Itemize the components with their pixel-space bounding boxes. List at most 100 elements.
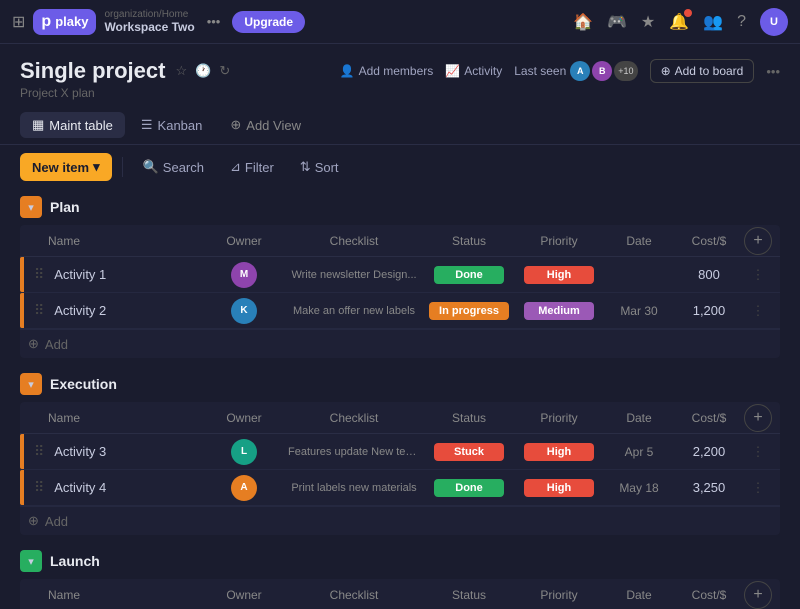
nav-more-icon[interactable]: •••: [203, 10, 225, 33]
row-more-icon[interactable]: ⋮: [744, 267, 772, 283]
row-left-bar: [20, 257, 24, 292]
row-priority[interactable]: Medium: [514, 302, 604, 320]
search-button[interactable]: 🔍 Search: [133, 154, 214, 180]
row-more-icon[interactable]: ⋮: [744, 303, 772, 319]
activity-btn[interactable]: 📈 Activity: [445, 64, 502, 78]
star-icon[interactable]: ★: [641, 12, 655, 32]
row-status[interactable]: Stuck: [424, 443, 514, 461]
group-launch-chevron[interactable]: ▾: [20, 550, 42, 572]
refresh-icon[interactable]: ↻: [219, 63, 230, 79]
col-add-button[interactable]: +: [744, 404, 772, 432]
add-to-board-button[interactable]: ⊕ Add to board: [650, 59, 755, 83]
nav-left: ⊞ p plaky organization/Home Workspace Tw…: [12, 9, 565, 35]
group-launch-header[interactable]: ▾ Launch: [20, 543, 780, 579]
row-more-icon[interactable]: ⋮: [744, 480, 772, 496]
col-add-button[interactable]: +: [744, 581, 772, 609]
row-activity-name: Activity 1: [50, 267, 204, 282]
nav-right: 🏠 🎮 ★ 🔔 👥 ? U: [573, 8, 788, 36]
col-header-name: Name: [28, 234, 204, 248]
new-item-button[interactable]: New item ▾: [20, 153, 112, 181]
row-activity-name: Activity 2: [50, 303, 204, 318]
group-launch-name: Launch: [50, 553, 780, 569]
avatar: L: [231, 439, 257, 465]
logo-badge[interactable]: p plaky: [33, 9, 96, 35]
row-activity-name: Activity 3: [50, 444, 204, 459]
star-fav-icon[interactable]: ☆: [175, 63, 187, 79]
priority-badge: High: [524, 266, 594, 284]
col-header-priority: Priority: [514, 234, 604, 248]
table-row[interactable]: ⠿ Activity 2 K Make an offer new labels …: [20, 293, 780, 329]
group-plan-chevron[interactable]: ▾: [20, 196, 42, 218]
table-container: ▾ Plan Name Owner Checklist Status Prior…: [0, 189, 800, 609]
table-row[interactable]: ⠿ Activity 3 L Features update New tec..…: [20, 434, 780, 470]
group-execution-chevron[interactable]: ▾: [20, 373, 42, 395]
sort-icon: ⇅: [300, 159, 311, 175]
activity-icon: 📈: [445, 64, 460, 78]
top-navigation: ⊞ p plaky organization/Home Workspace Tw…: [0, 0, 800, 44]
tab-main-table[interactable]: ▦ Maint table: [20, 112, 125, 138]
col-header-checklist: Checklist: [284, 588, 424, 602]
row-owner: K: [204, 298, 284, 324]
row-priority[interactable]: High: [514, 479, 604, 497]
row-status[interactable]: Done: [424, 479, 514, 497]
home-icon[interactable]: 🏠: [573, 12, 593, 32]
row-cost: 1,200: [674, 303, 744, 318]
group-plan-col-headers: Name Owner Checklist Status Priority Dat…: [20, 225, 780, 257]
tab-add-view[interactable]: ⊕ Add View: [218, 112, 313, 138]
col-header-date: Date: [604, 411, 674, 425]
col-header-date: Date: [604, 234, 674, 248]
row-status[interactable]: In progress: [424, 302, 514, 320]
drag-handle-icon[interactable]: ⠿: [28, 266, 50, 283]
row-more-icon[interactable]: ⋮: [744, 444, 772, 460]
col-header-status: Status: [424, 234, 514, 248]
status-badge: Done: [434, 479, 504, 497]
add-row-plan[interactable]: ⊕ Add: [20, 329, 780, 358]
notifications-wrapper[interactable]: 🔔: [669, 12, 689, 32]
sort-button[interactable]: ⇅ Sort: [290, 154, 349, 180]
add-members-btn[interactable]: 👤 Add members: [340, 64, 434, 78]
col-header-status: Status: [424, 588, 514, 602]
project-more-icon[interactable]: •••: [766, 64, 780, 79]
col-header-priority: Priority: [514, 588, 604, 602]
group-execution-header[interactable]: ▾ Execution: [20, 366, 780, 402]
avatar: M: [231, 262, 257, 288]
col-header-owner: Owner: [204, 411, 284, 425]
group-execution: ▾ Execution Name Owner Checklist Status …: [20, 366, 780, 535]
col-header-cost: Cost/$: [674, 411, 744, 425]
upgrade-button[interactable]: Upgrade: [232, 11, 305, 33]
last-seen-btn[interactable]: Last seen A B +10: [514, 61, 637, 81]
col-header-add: +: [744, 404, 772, 432]
drag-handle-icon[interactable]: ⠿: [28, 443, 50, 460]
people-icon[interactable]: 👥: [703, 12, 723, 32]
table-icon: ▦: [32, 117, 44, 133]
group-plan-header[interactable]: ▾ Plan: [20, 189, 780, 225]
clock-icon[interactable]: 🕐: [195, 63, 211, 79]
col-header-add: +: [744, 227, 772, 255]
row-priority[interactable]: High: [514, 443, 604, 461]
row-cost: 3,250: [674, 480, 744, 495]
row-status[interactable]: Done: [424, 266, 514, 284]
priority-badge: Medium: [524, 302, 594, 320]
col-header-cost: Cost/$: [674, 588, 744, 602]
search-icon: 🔍: [143, 159, 159, 175]
tab-kanban[interactable]: ☰ Kanban: [129, 112, 214, 138]
filter-button[interactable]: ⊿ Filter: [220, 154, 284, 180]
row-date: May 18: [604, 481, 674, 495]
col-header-owner: Owner: [204, 588, 284, 602]
drag-handle-icon[interactable]: ⠿: [28, 302, 50, 319]
user-avatar[interactable]: U: [760, 8, 788, 36]
group-execution-name: Execution: [50, 376, 780, 392]
col-add-button[interactable]: +: [744, 227, 772, 255]
drag-handle-icon[interactable]: ⠿: [28, 479, 50, 496]
priority-badge: High: [524, 443, 594, 461]
row-priority[interactable]: High: [514, 266, 604, 284]
grid-menu-icon[interactable]: ⊞: [12, 12, 25, 32]
help-icon[interactable]: ?: [737, 13, 746, 31]
table-row[interactable]: ⠿ Activity 1 M Write newsletter Design..…: [20, 257, 780, 293]
table-row[interactable]: ⠿ Activity 4 A Print labels new material…: [20, 470, 780, 506]
col-header-status: Status: [424, 411, 514, 425]
add-row-execution[interactable]: ⊕ Add: [20, 506, 780, 535]
apps-icon[interactable]: 🎮: [607, 12, 627, 32]
project-title: Single project: [20, 58, 165, 84]
row-checklist: Features update New tec...: [284, 446, 424, 458]
